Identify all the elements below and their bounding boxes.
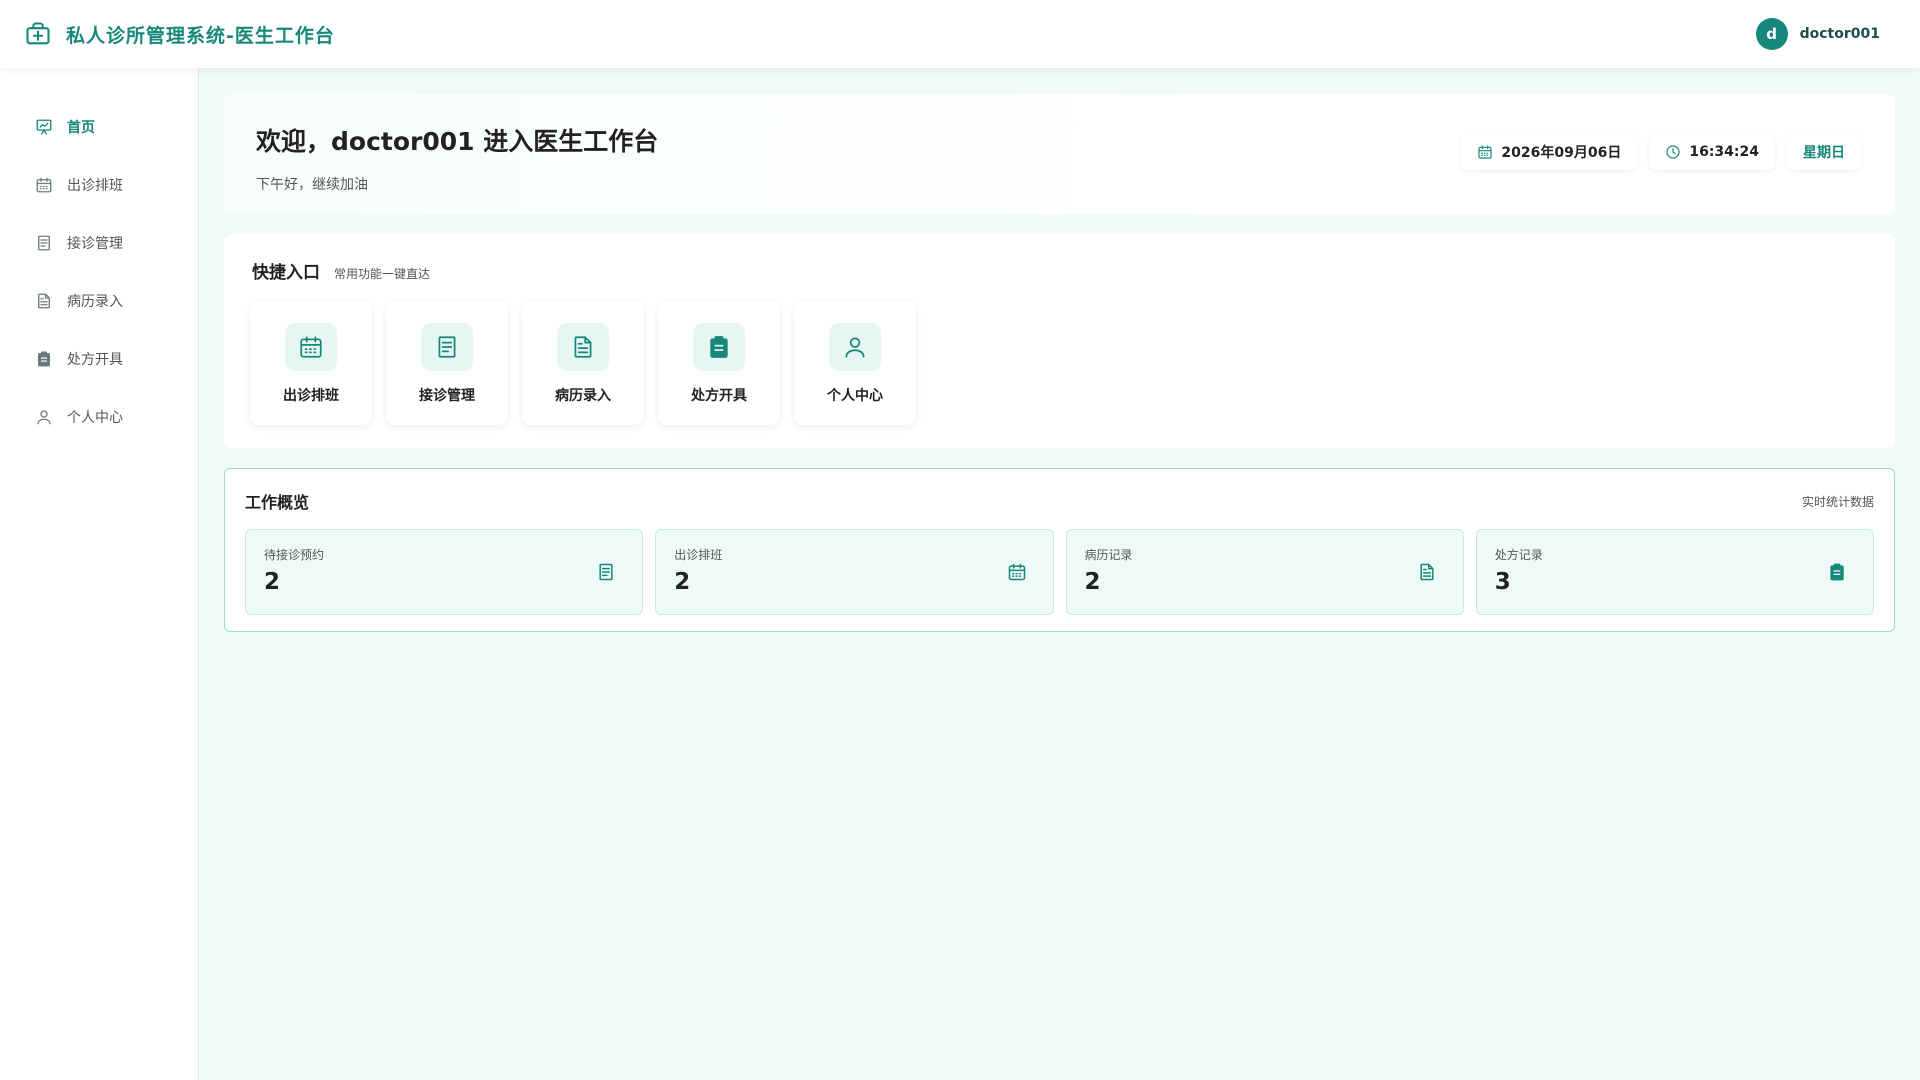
user-icon <box>37 410 51 425</box>
quick-card-label: 处方开具 <box>691 388 747 404</box>
time-chip: 16:34:24 <box>1649 134 1775 170</box>
sidebar-item-reception[interactable]: 接诊管理 <box>0 214 198 272</box>
overview-header: 工作概览 实时统计数据 <box>245 489 1874 513</box>
stats-row: 待接诊预约 2 出诊排班 2 病历记录 2 处方记录 3 <box>245 529 1874 615</box>
quick-card-label: 个人中心 <box>827 388 883 404</box>
welcome-banner: 欢迎，doctor001 进入医生工作台 下午好，继续加油 2026年09月06… <box>224 94 1895 214</box>
welcome-title: 欢迎，doctor001 进入医生工作台 <box>256 127 659 156</box>
top-header: 私人诊所管理系统-医生工作台 d doctor001 <box>0 0 1920 68</box>
quick-card-label: 接诊管理 <box>419 388 475 404</box>
quick-card-schedule[interactable]: 出诊排班 <box>250 301 372 425</box>
clipboard-icon <box>710 336 728 358</box>
brand[interactable]: 私人诊所管理系统-医生工作台 <box>24 20 335 48</box>
overview-title: 工作概览 <box>245 493 310 512</box>
calendar-icon <box>1478 145 1493 159</box>
calendar-icon <box>1008 563 1025 581</box>
quick-access-list: 出诊排班 接诊管理 病历录入 处方开具 个人中心 <box>250 301 1867 425</box>
clipboard-icon <box>1830 563 1844 581</box>
sidebar: 首页 出诊排班 接诊管理 病历录入 处方开具 个人中心 <box>0 68 199 1080</box>
quick-icon-wrap <box>285 323 337 371</box>
sidebar-item-label: 首页 <box>67 120 95 136</box>
stat-card-schedules[interactable]: 出诊排班 2 <box>655 529 1054 615</box>
sidebar-item-label: 出诊排班 <box>67 178 123 194</box>
stat-value: 2 <box>1084 569 1101 595</box>
sidebar-item-label: 个人中心 <box>67 410 123 426</box>
user-icon <box>845 337 865 358</box>
stat-label: 出诊排班 <box>674 548 723 562</box>
file-text-icon <box>1420 563 1434 581</box>
quick-icon-wrap <box>693 323 745 371</box>
stat-card-pending-appointments[interactable]: 待接诊预约 2 <box>245 529 644 615</box>
stat-card-medical-records[interactable]: 病历记录 2 <box>1065 529 1464 615</box>
document-list-icon <box>438 336 456 358</box>
chart-icon <box>36 119 52 135</box>
overview-hint: 实时统计数据 <box>1801 494 1874 509</box>
document-list-icon <box>599 563 613 581</box>
quick-icon-wrap <box>557 323 609 371</box>
sidebar-item-home[interactable]: 首页 <box>0 98 198 156</box>
file-text-icon <box>574 336 592 358</box>
current-weekday: 星期日 <box>1803 145 1845 161</box>
stat-label: 待接诊预约 <box>264 548 325 562</box>
quick-access-hint: 常用功能一键直达 <box>334 267 431 281</box>
quick-access-header: 快捷入口 常用功能一键直达 <box>252 258 1867 283</box>
quick-icon-wrap <box>421 323 473 371</box>
sidebar-item-schedule[interactable]: 出诊排班 <box>0 156 198 214</box>
stat-value: 3 <box>1494 569 1511 595</box>
sidebar-item-label: 病历录入 <box>67 294 123 310</box>
quick-card-reception[interactable]: 接诊管理 <box>386 301 508 425</box>
weekday-chip: 星期日 <box>1787 134 1861 170</box>
welcome-subtitle: 下午好，继续加油 <box>256 177 368 193</box>
calendar-icon <box>300 336 322 358</box>
quick-access-panel: 快捷入口 常用功能一键直达 出诊排班 接诊管理 病历录入 处方开具 个人中心 <box>224 234 1895 448</box>
document-list-icon <box>38 235 50 251</box>
main-content: 欢迎，doctor001 进入医生工作台 下午好，继续加油 2026年09月06… <box>224 94 1895 632</box>
quick-card-label: 出诊排班 <box>283 388 339 404</box>
username[interactable]: doctor001 <box>1800 26 1880 42</box>
quick-card-label: 病历录入 <box>555 388 611 404</box>
quick-icon-wrap <box>829 323 881 371</box>
work-overview-panel: 工作概览 实时统计数据 待接诊预约 2 出诊排班 2 病历记录 2 处方记录 3 <box>224 468 1895 632</box>
quick-access-title: 快捷入口 <box>252 263 320 283</box>
sidebar-item-label: 处方开具 <box>67 352 123 368</box>
file-text-icon <box>38 293 50 309</box>
date-chip: 2026年09月06日 <box>1461 134 1638 170</box>
app-title: 私人诊所管理系统-医生工作台 <box>66 24 335 47</box>
clipboard-icon <box>38 351 50 367</box>
sidebar-item-records[interactable]: 病历录入 <box>0 272 198 330</box>
sidebar-item-label: 接诊管理 <box>67 236 123 252</box>
current-date: 2026年09月06日 <box>1501 145 1622 161</box>
calendar-icon <box>36 177 52 193</box>
medical-kit-icon <box>26 22 50 45</box>
quick-card-prescription[interactable]: 处方开具 <box>658 301 780 425</box>
datetime-chips: 2026年09月06日 16:34:24 星期日 <box>1461 134 1861 170</box>
stat-value: 2 <box>674 569 691 595</box>
user-menu[interactable]: d doctor001 <box>1755 18 1880 50</box>
current-time: 16:34:24 <box>1689 144 1759 160</box>
stat-label: 病历记录 <box>1084 548 1133 562</box>
stat-value: 2 <box>264 569 281 595</box>
stat-label: 处方记录 <box>1494 548 1543 562</box>
stat-card-prescriptions[interactable]: 处方记录 3 <box>1475 529 1874 615</box>
clock-icon <box>1666 145 1680 159</box>
quick-card-profile[interactable]: 个人中心 <box>794 301 916 425</box>
sidebar-item-prescription[interactable]: 处方开具 <box>0 330 198 388</box>
quick-card-records[interactable]: 病历录入 <box>522 301 644 425</box>
sidebar-item-profile[interactable]: 个人中心 <box>0 388 198 446</box>
avatar[interactable]: d <box>1755 18 1788 50</box>
